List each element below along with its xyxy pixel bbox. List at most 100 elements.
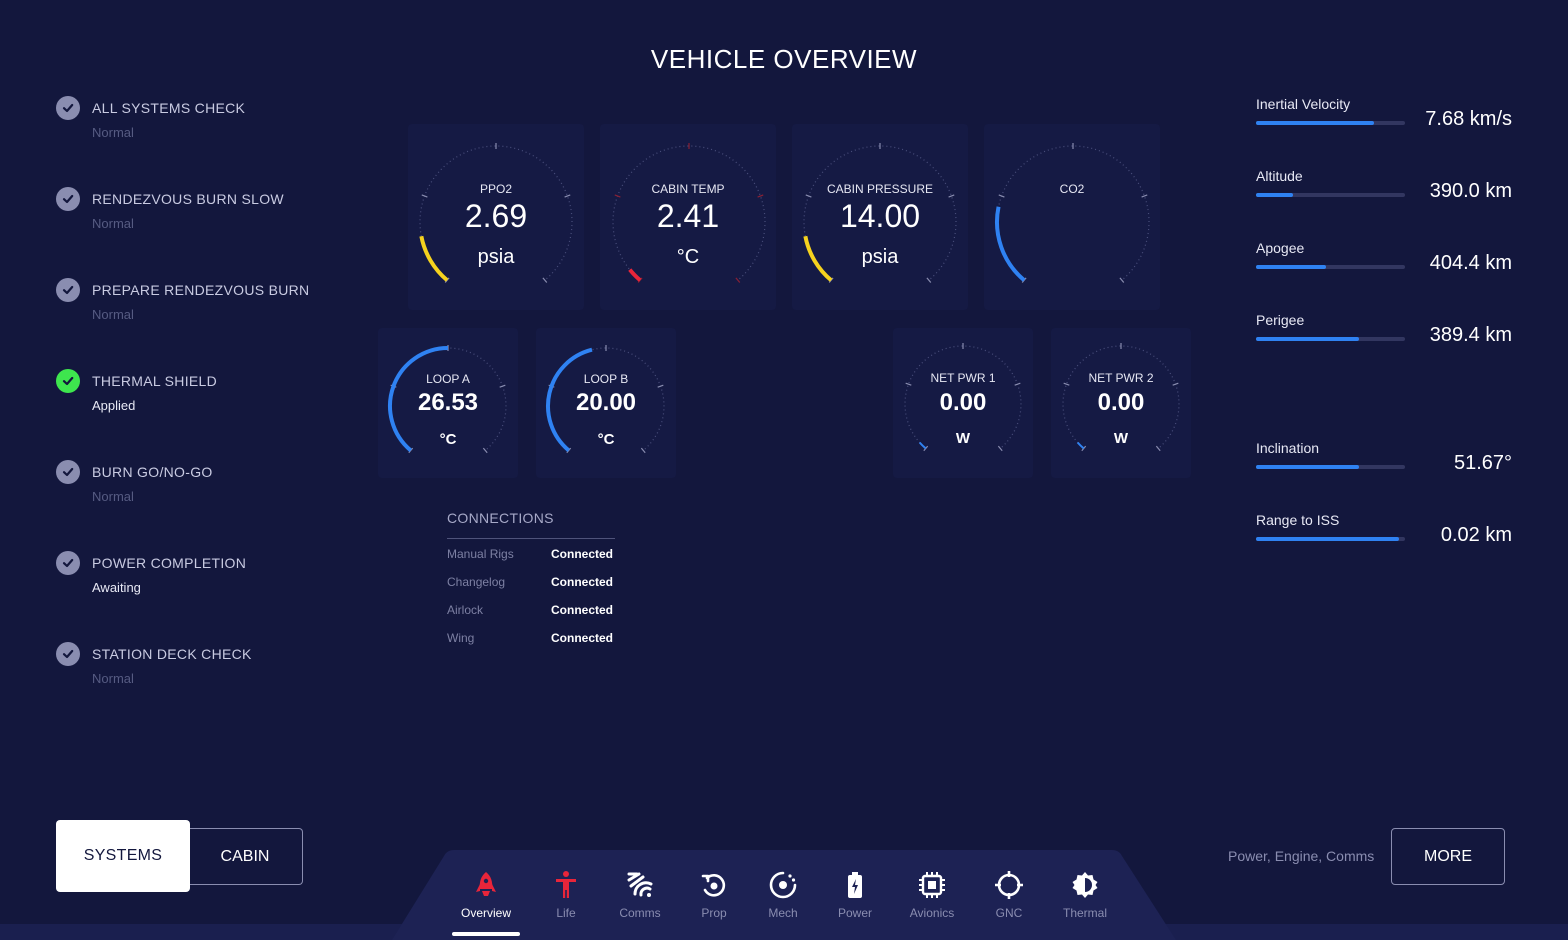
checklist-item[interactable]: PREPARE RENDEZVOUS BURN Normal <box>56 278 356 338</box>
checklist-item-status: Normal <box>92 125 134 140</box>
connection-name: Airlock <box>447 603 484 617</box>
gauge-cabin-temp[interactable]: CABIN TEMP 2.41 °C <box>600 124 776 310</box>
connection-name: Changelog <box>447 575 506 589</box>
check-icon <box>56 96 80 120</box>
crosshair-icon <box>995 871 1023 899</box>
gauge-value: 0.00 <box>939 389 987 416</box>
more-caption: Power, Engine, Comms <box>1228 848 1375 864</box>
person-icon <box>556 871 576 898</box>
checklist-item-label: ALL SYSTEMS CHECK <box>92 100 246 116</box>
connections-title: CONNECTIONS <box>447 510 554 526</box>
connection-state: Connected <box>551 575 614 589</box>
connection-state: Connected <box>551 603 614 617</box>
gauge-value: 2.41 <box>656 198 720 234</box>
telemetry-bar <box>1256 337 1405 341</box>
gauge-cabin-pressure[interactable]: CABIN PRESSURE 14.00 psia <box>792 124 968 310</box>
gauge-track <box>996 145 1150 281</box>
telemetry-label: Inertial Velocity <box>1256 96 1351 112</box>
gauge-dial <box>995 143 1150 283</box>
check-icon <box>56 642 80 666</box>
telemetry-value: 390.0 km <box>1429 180 1512 202</box>
gauge-loop-a[interactable]: LOOP A 26.53 °C <box>378 328 518 478</box>
nav-prop[interactable]: Prop <box>679 870 749 920</box>
telemetry-bar-fill <box>1256 265 1327 269</box>
nav-power[interactable]: Power <box>820 870 890 920</box>
checklist-item-status: Normal <box>92 489 134 504</box>
nav-comms[interactable]: Comms <box>605 870 675 920</box>
gauge-label: NET PWR 2 <box>1088 371 1154 385</box>
telemetry-value: 389.4 km <box>1429 324 1512 346</box>
checklist-item-status: Applied <box>92 398 136 413</box>
checklist-item-status: Normal <box>92 216 134 231</box>
checklist-item-label: STATION DECK CHECK <box>92 646 252 662</box>
checklist-item-label: THERMAL SHIELD <box>92 373 218 389</box>
nav-life[interactable]: Life <box>531 870 601 920</box>
telemetry-label: Apogee <box>1256 240 1305 256</box>
nav-gnc[interactable]: GNC <box>974 870 1044 920</box>
checklist-item[interactable]: RENDEZVOUS BURN SLOW Normal <box>56 187 356 247</box>
checklist-item-status: Normal <box>92 307 134 322</box>
telemetry-bar <box>1256 121 1405 125</box>
gauge-unit: psia <box>477 246 515 268</box>
nav-mech[interactable]: Mech <box>748 870 818 920</box>
rocket-icon <box>476 872 496 896</box>
telemetry-bar-fill <box>1256 465 1359 469</box>
gauge-ppo2[interactable]: PPO2 2.69 psia <box>408 124 584 310</box>
nav-overview[interactable]: Overview <box>451 870 521 920</box>
gauge-unit: psia <box>861 246 899 268</box>
checklist-item-status: Awaiting <box>92 580 141 595</box>
more-button[interactable]: MORE <box>1391 828 1505 885</box>
telemetry-label: Altitude <box>1256 168 1303 184</box>
checklist-item-status: Normal <box>92 671 134 686</box>
gauge-loop-b[interactable]: LOOP B 20.00 °C <box>536 328 676 478</box>
gauge-net-pwr-2[interactable]: NET PWR 2 0.00 W <box>1051 328 1191 478</box>
gauge-value-arc <box>995 206 1026 282</box>
connection-row: Manual Rigs Connected <box>447 539 615 567</box>
systems-button[interactable]: SYSTEMS <box>56 820 190 892</box>
check-icon <box>56 369 80 393</box>
connection-name: Manual Rigs <box>447 547 514 561</box>
connection-row: Airlock Connected <box>447 595 615 623</box>
check-icon <box>56 551 80 575</box>
checklist-item[interactable]: STATION DECK CHECK Normal <box>56 642 356 702</box>
telemetry-bar <box>1256 193 1405 197</box>
checklist-item[interactable]: ALL SYSTEMS CHECK Normal <box>56 96 356 156</box>
telemetry-value: 0.02 km <box>1440 524 1512 546</box>
mech-icon <box>769 871 797 899</box>
check-icon <box>56 278 80 302</box>
cabin-button[interactable]: CABIN <box>188 828 303 885</box>
gauge-unit: °C <box>439 431 457 448</box>
gauge-unit: W <box>955 430 971 447</box>
gauge-label: PPO2 <box>479 182 512 196</box>
telemetry-inclination: Inclination 51.67° <box>1256 440 1512 480</box>
nav-label: Avionics <box>909 906 955 920</box>
telemetry-bar-fill <box>1256 337 1359 341</box>
connection-row: Changelog Connected <box>447 567 615 595</box>
gauge-label: NET PWR 1 <box>930 371 996 385</box>
gauge-value: 20.00 <box>575 389 637 416</box>
checklist-item[interactable]: BURN GO/NO-GO Normal <box>56 460 356 520</box>
gauge-net-pwr-1[interactable]: NET PWR 1 0.00 W <box>893 328 1033 478</box>
telemetry-value: 404.4 km <box>1429 252 1512 274</box>
gauge-co2[interactable]: CO2 <box>984 124 1160 310</box>
gauge-label: CABIN TEMP <box>651 182 725 196</box>
telemetry-value: 51.67° <box>1453 452 1512 474</box>
nav-label: Life <box>556 906 576 920</box>
gauge-value: 0.00 <box>1097 389 1145 416</box>
checklist-item[interactable]: THERMAL SHIELD Applied <box>56 369 356 429</box>
propulsion-icon <box>701 874 726 897</box>
checklist-item-label: POWER COMPLETION <box>92 555 247 571</box>
gauge-label: CO2 <box>1059 182 1085 196</box>
nav-thermal[interactable]: Thermal <box>1050 870 1120 920</box>
gauge-label: LOOP A <box>426 372 470 386</box>
checklist-item-label: BURN GO/NO-GO <box>92 464 213 480</box>
nav-avionics[interactable]: Avionics <box>897 870 967 920</box>
checklist-item[interactable]: POWER COMPLETION Awaiting <box>56 551 356 611</box>
gauge-value: 2.69 <box>464 198 528 234</box>
telemetry-apogee: Apogee 404.4 km <box>1256 240 1512 280</box>
telemetry-value: 7.68 km/s <box>1425 108 1512 130</box>
nav-label: Prop <box>701 906 727 920</box>
thermal-icon <box>1072 872 1098 898</box>
gauge-unit: °C <box>676 246 700 268</box>
nav-label: Overview <box>460 906 511 920</box>
